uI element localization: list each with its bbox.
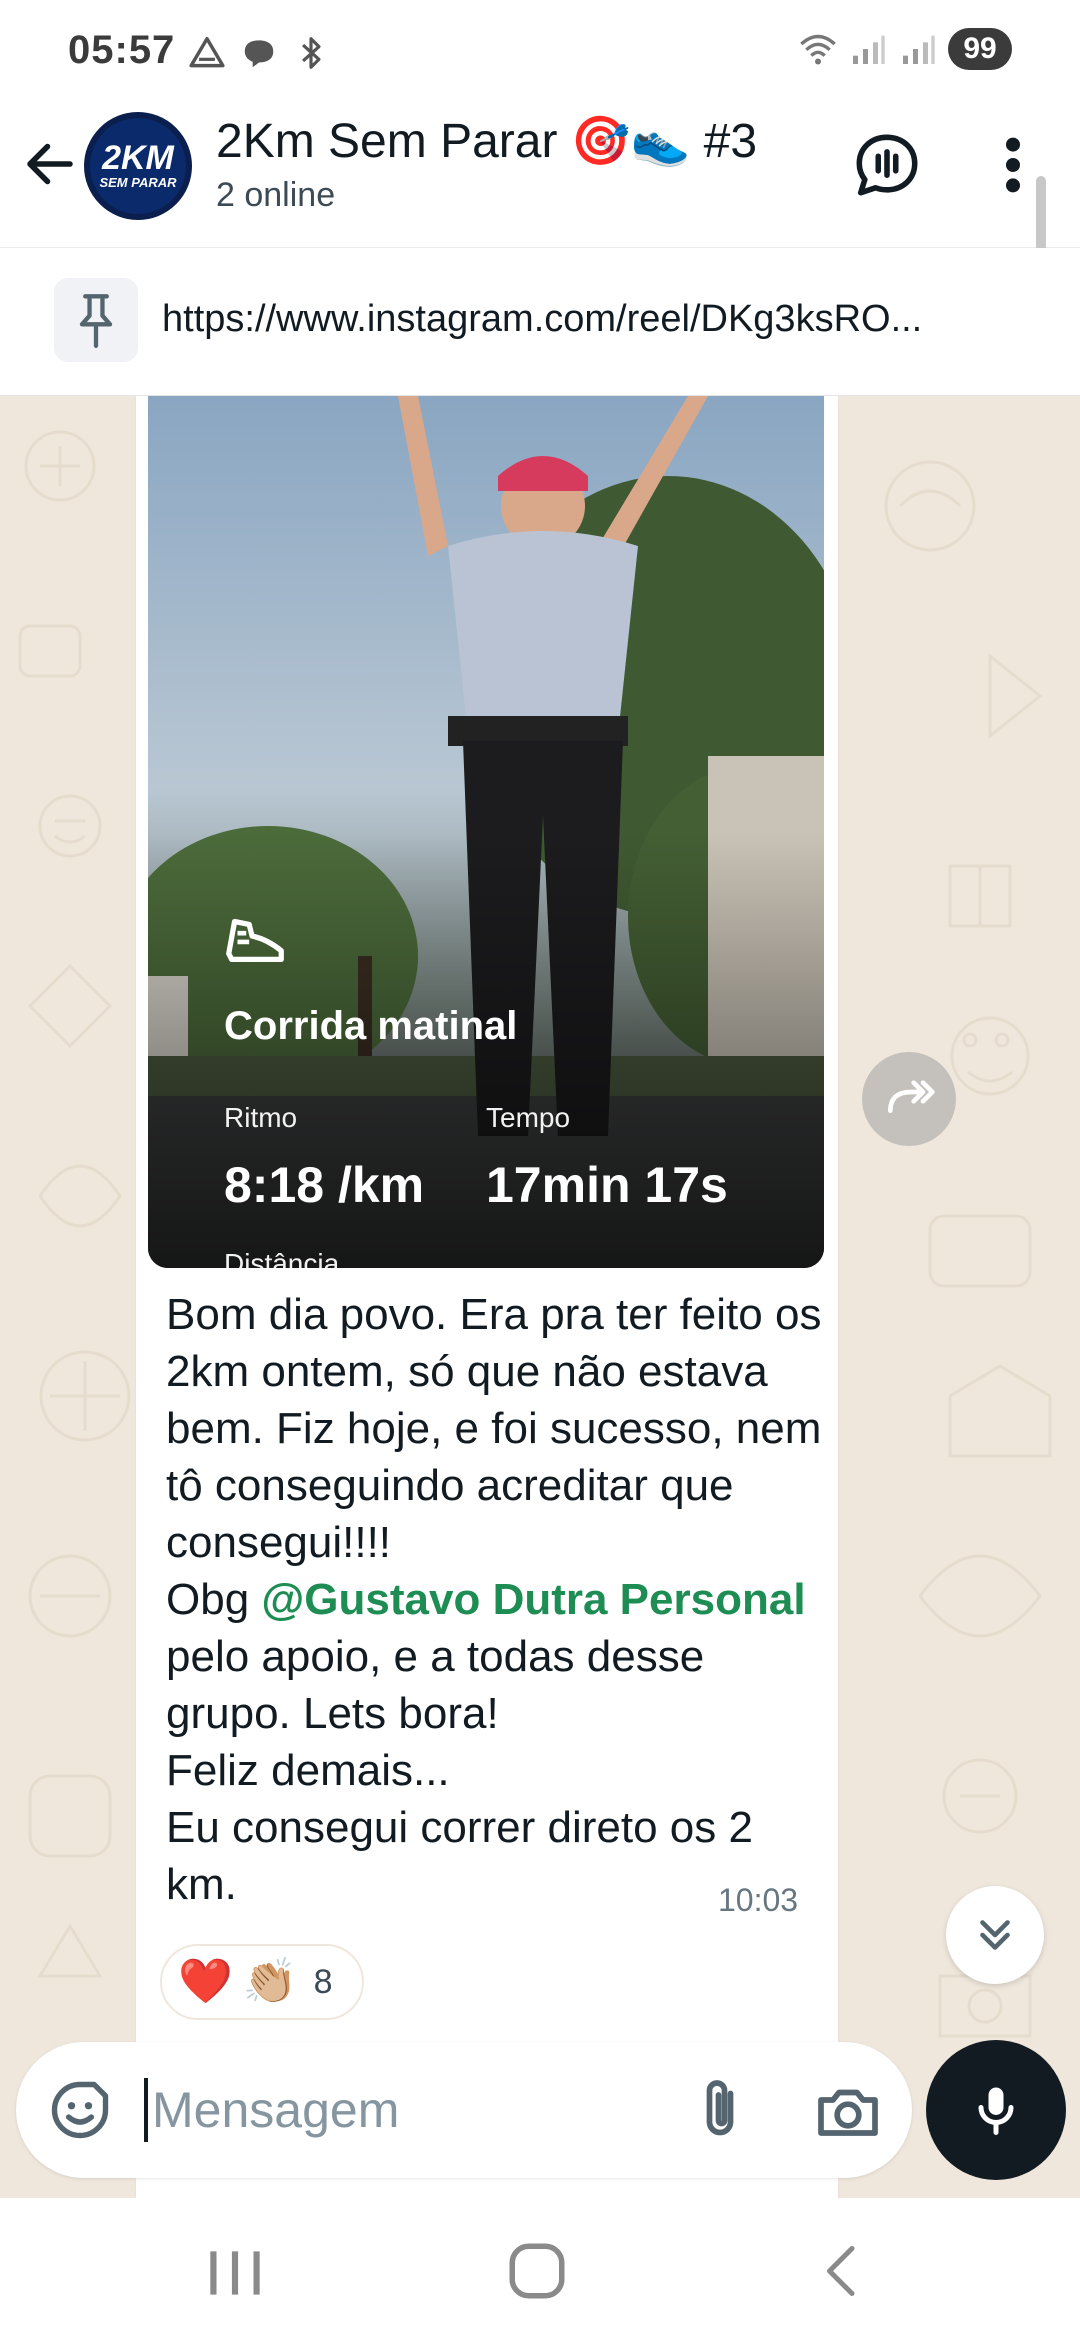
status-bar: 05:57 99 [0, 0, 1080, 100]
message-timestamp: 10:03 [718, 1882, 799, 1918]
avatar-logo-text: 2KM [102, 139, 174, 177]
pace-value: 8:18 /km [224, 1157, 425, 1213]
message-input[interactable] [152, 2070, 672, 2150]
avatar-logo-subtext: SEM PARAR [99, 175, 177, 190]
run-photo [148, 396, 824, 1268]
distance-label: Distância [224, 1248, 340, 1268]
status-right: 99 [798, 28, 1012, 70]
pin-icon [79, 294, 113, 348]
time-value: 17min 17s [486, 1157, 728, 1213]
forward-icon [888, 1080, 935, 1113]
running-shoe-icon [226, 918, 284, 963]
pace-label: Ritmo [224, 1102, 298, 1133]
system-navigation-bar [0, 2198, 1080, 2340]
drive-icon [189, 37, 225, 68]
camera-icon[interactable] [812, 2076, 884, 2148]
paperclip-icon[interactable] [684, 2074, 756, 2146]
group-avatar[interactable]: 2KM SEM PARAR [84, 112, 192, 220]
mention-link[interactable]: @Gustavo Dutra Personal [261, 1575, 805, 1624]
scroll-to-bottom-button[interactable] [946, 1886, 1044, 1984]
status-time: 05:57 [68, 28, 176, 72]
message-text-part1: Bom dia povo. Era pra ter feito os 2km o… [166, 1290, 822, 1624]
voice-chat-icon[interactable] [852, 130, 922, 200]
sticker-emoji-icon[interactable] [46, 2076, 114, 2144]
pinned-message-text: https://www.instagram.com/reel/DKg3ksRO.… [162, 298, 923, 340]
microphone-icon [978, 2087, 1014, 2135]
pin-icon-box [54, 278, 138, 362]
heart-reaction: ❤️ [178, 1956, 233, 2007]
status-notification-icons [188, 34, 330, 72]
clap-reaction: 👏🏼 [242, 1956, 298, 2007]
chat-header: 2KM SEM PARAR 2Km Sem Parar 🎯👟 #3 2 onli… [0, 100, 1080, 248]
battery-indicator: 99 [948, 28, 1012, 70]
wifi-icon [800, 34, 836, 65]
run-title: Corrida matinal [224, 1004, 518, 1048]
nav-back-icon[interactable] [812, 2238, 872, 2304]
home-icon[interactable] [504, 2238, 570, 2304]
message-image[interactable]: Corrida matinal Ritmo Tempo 8:18 /km 17m… [148, 396, 824, 1268]
forward-button[interactable] [862, 1052, 956, 1146]
chat-title[interactable]: 2Km Sem Parar 🎯👟 #3 [216, 112, 757, 169]
reaction-count: 8 [313, 1962, 333, 2001]
message-text: Bom dia povo. Era pra ter feito os 2km o… [166, 1286, 826, 1913]
chat-bubble-icon [244, 40, 274, 68]
signal-icon [853, 35, 885, 64]
message-text-part2: pelo apoio, e a todas desse grupo. Lets … [166, 1632, 753, 1909]
pinned-message-bar[interactable]: https://www.instagram.com/reel/DKg3ksRO.… [0, 248, 1080, 396]
text-cursor [144, 2078, 148, 2142]
more-options-icon[interactable] [990, 130, 1036, 200]
bluetooth-icon [302, 37, 321, 69]
signal-icon [903, 35, 935, 64]
reactions-pill[interactable]: ❤️ 👏🏼 8 [160, 1944, 364, 2020]
back-arrow-icon[interactable] [20, 134, 80, 194]
time-label: Tempo [486, 1102, 571, 1133]
message-composer [16, 2042, 912, 2178]
double-chevron-down-icon [980, 1920, 1010, 1950]
voice-message-button[interactable] [926, 2040, 1066, 2180]
recents-icon[interactable] [198, 2242, 272, 2304]
chat-subtitle: 2 online [216, 176, 336, 214]
